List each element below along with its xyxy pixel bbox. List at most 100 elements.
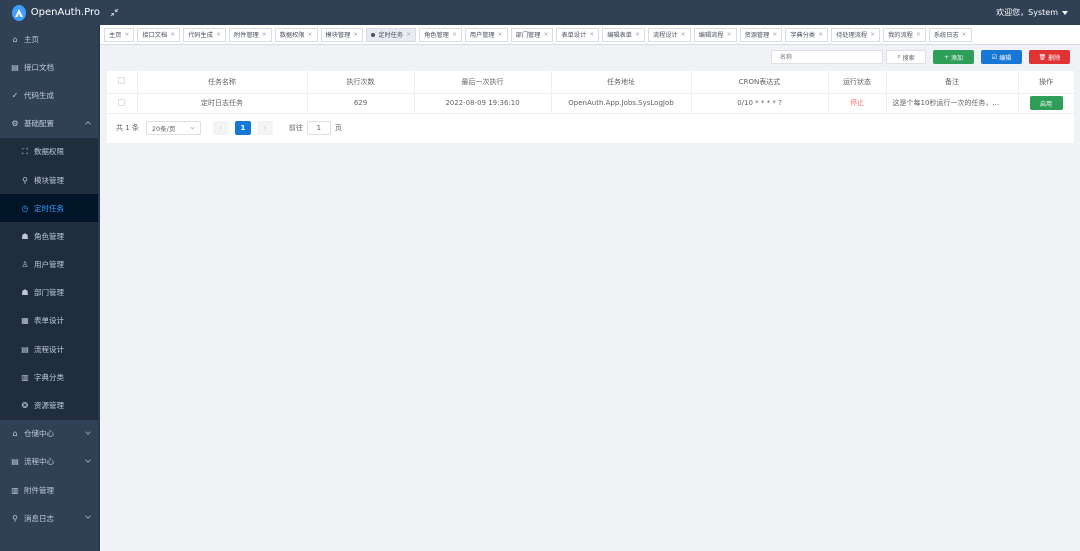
sidebar-item-label: 角色管理 [34, 231, 64, 241]
tab-my-flows[interactable]: 我的流程 × [883, 27, 926, 42]
user-menu[interactable]: 欢迎您，System [996, 7, 1080, 18]
tab-label: 表单设计 [561, 32, 587, 39]
page-number-current[interactable]: 1 [234, 121, 251, 135]
close-icon[interactable]: × [452, 31, 457, 38]
close-icon[interactable]: × [543, 31, 548, 38]
sidebar-item-basic-config[interactable]: ⚙ 基础配置 [0, 110, 100, 138]
tab-form-design[interactable]: 表单设计 × [556, 27, 600, 42]
close-icon[interactable]: × [727, 31, 732, 38]
page-size-select[interactable]: 20条/页 [145, 121, 201, 135]
tab-dictionary[interactable]: 字典分类 × [785, 27, 829, 42]
close-icon[interactable]: × [406, 31, 411, 38]
sidebar-item-label: 表单设计 [34, 316, 64, 326]
close-icon[interactable]: × [589, 31, 594, 38]
tab-code-gen[interactable]: 代码生成 × [183, 27, 226, 42]
sidebar-item-label: 流程设计 [34, 344, 64, 354]
sidebar-item-flow-design[interactable]: ▤ 流程设计 [0, 335, 100, 364]
table-row[interactable]: 定时日志任务 629 2022-08-09 19:36:10 OpenAuth.… [107, 93, 1075, 114]
close-icon[interactable]: × [818, 31, 823, 38]
tab-department-management[interactable]: 部门管理 × [510, 27, 554, 42]
sidebar-item-api-docs[interactable]: ▤ 接口文档 [0, 53, 100, 81]
sidebar-item-message-log[interactable]: ⚲ 消息日志 [0, 504, 100, 532]
close-icon[interactable]: × [498, 31, 503, 38]
close-icon[interactable]: × [308, 31, 313, 38]
task-table: 任务名称 执行次数 最后一次执行 任务地址 CRON表达式 运行状态 备注 操作… [107, 71, 1075, 114]
tab-label: 定时任务 [378, 32, 404, 39]
dictionary-icon: ▥ [21, 372, 29, 382]
run-count-cell: 629 [307, 93, 415, 114]
task-table-panel: 任务名称 执行次数 最后一次执行 任务地址 CRON表达式 运行状态 备注 操作… [107, 71, 1075, 143]
form-icon: ▦ [21, 316, 29, 326]
message-log-icon: ⚲ [12, 513, 18, 523]
next-page-button[interactable]: › [256, 121, 273, 135]
sidebar-item-warehouse-center[interactable]: ⌂ 仓储中心 [0, 420, 100, 448]
tab-label: 接口文档 [142, 32, 168, 39]
tab-data-permission[interactable]: 数据权限 × [274, 27, 318, 42]
close-icon[interactable]: × [124, 31, 129, 38]
close-icon[interactable]: × [353, 31, 358, 38]
tab-attachment-management[interactable]: 附件管理 × [228, 27, 272, 42]
sidebar-item-module-management[interactable]: ⚲ 模块管理 [0, 165, 100, 195]
app-logo[interactable]: OpenAuth.Pro [0, 0, 100, 25]
close-icon[interactable]: × [772, 31, 777, 38]
column-header: 运行状态 [828, 71, 887, 94]
tab-resource-management[interactable]: 资源管理 × [739, 27, 783, 42]
sidebar-item-role-management[interactable]: ☗ 角色管理 [0, 222, 100, 251]
collapse-sidebar-icon[interactable] [108, 7, 120, 19]
doc-icon: ▤ [11, 62, 19, 72]
edit-button-label: 编辑 [999, 54, 1012, 62]
tab-scheduled-tasks[interactable]: 定时任务 × [366, 27, 417, 42]
sidebar-item-resource-management[interactable]: ❂ 资源管理 [0, 391, 100, 420]
add-button[interactable]: + 添加 [933, 50, 974, 64]
add-button-label: 添加 [951, 54, 964, 62]
close-icon[interactable]: × [262, 31, 267, 38]
row-checkbox[interactable] [118, 98, 126, 106]
sidebar-item-flow-center[interactable]: ▤ 流程中心 [0, 448, 100, 476]
last-run-cell: 2022-08-09 19:36:10 [414, 93, 552, 114]
sidebar-item-home[interactable]: ⌂ 主页 [0, 25, 100, 53]
tab-home[interactable]: 主页 × [104, 27, 135, 42]
tab-edit-flow[interactable]: 编辑流程 × [693, 27, 737, 42]
close-icon[interactable]: × [681, 31, 686, 38]
sidebar-item-department-management[interactable]: ☗ 部门管理 [0, 278, 100, 307]
tab-pending-flows[interactable]: 待处理流程 × [831, 27, 881, 42]
tab-role-management[interactable]: 角色管理 × [419, 27, 462, 42]
sidebar-item-code-gen[interactable]: ✓ 代码生成 [0, 81, 100, 109]
tab-edit-form[interactable]: 编辑表单 × [602, 27, 645, 42]
table-header-row: 任务名称 执行次数 最后一次执行 任务地址 CRON表达式 运行状态 备注 操作 [107, 71, 1075, 94]
sidebar-item-data-permission[interactable]: ⛶ 数据权限 [0, 137, 100, 166]
sidebar-scrollbar[interactable] [98, 25, 100, 551]
tab-system-log[interactable]: 系统日志 × [928, 27, 972, 42]
sidebar-item-scheduled-tasks[interactable]: ◷ 定时任务 [0, 194, 100, 223]
enable-button[interactable]: 启用 [1029, 96, 1063, 110]
search-button[interactable]: ⌕ 搜索 [886, 50, 926, 64]
select-all-checkbox[interactable] [118, 77, 126, 85]
tree-icon: ⚲ [22, 175, 28, 185]
tab-module-management[interactable]: 模块管理 × [320, 27, 364, 42]
goto-page-input[interactable] [306, 121, 331, 135]
sidebar-item-form-design[interactable]: ▦ 表单设计 [0, 306, 100, 336]
logo-icon [12, 4, 26, 21]
sidebar-item-dictionary[interactable]: ▥ 字典分类 [0, 363, 100, 392]
tab-flow-design[interactable]: 流程设计 × [648, 27, 691, 42]
select-all-cell[interactable] [107, 71, 138, 94]
tab-api-docs[interactable]: 接口文档 × [137, 27, 181, 42]
close-icon[interactable]: × [170, 31, 175, 38]
tab-label: 待处理流程 [836, 32, 868, 39]
sidebar-item-attachment-management[interactable]: ▥ 附件管理 [0, 476, 100, 504]
search-input[interactable] [771, 50, 883, 64]
prev-page-button[interactable]: ‹ [212, 121, 229, 135]
close-icon[interactable]: × [916, 31, 921, 38]
close-icon[interactable]: × [635, 31, 640, 38]
sidebar-item-user-management[interactable]: ♙ 用户管理 [0, 250, 100, 279]
column-header: 执行次数 [307, 71, 415, 94]
close-icon[interactable]: × [870, 31, 875, 38]
close-icon[interactable]: × [962, 31, 967, 38]
row-select-cell[interactable] [107, 93, 138, 114]
tab-label: 编辑流程 [698, 32, 724, 39]
close-icon[interactable]: × [216, 31, 221, 38]
tab-user-management[interactable]: 用户管理 × [464, 27, 508, 42]
edit-button[interactable]: ☑ 编辑 [981, 50, 1022, 64]
delete-button[interactable]: 🗑 删除 [1029, 50, 1070, 64]
sidebar-item-label: 主页 [24, 34, 39, 44]
